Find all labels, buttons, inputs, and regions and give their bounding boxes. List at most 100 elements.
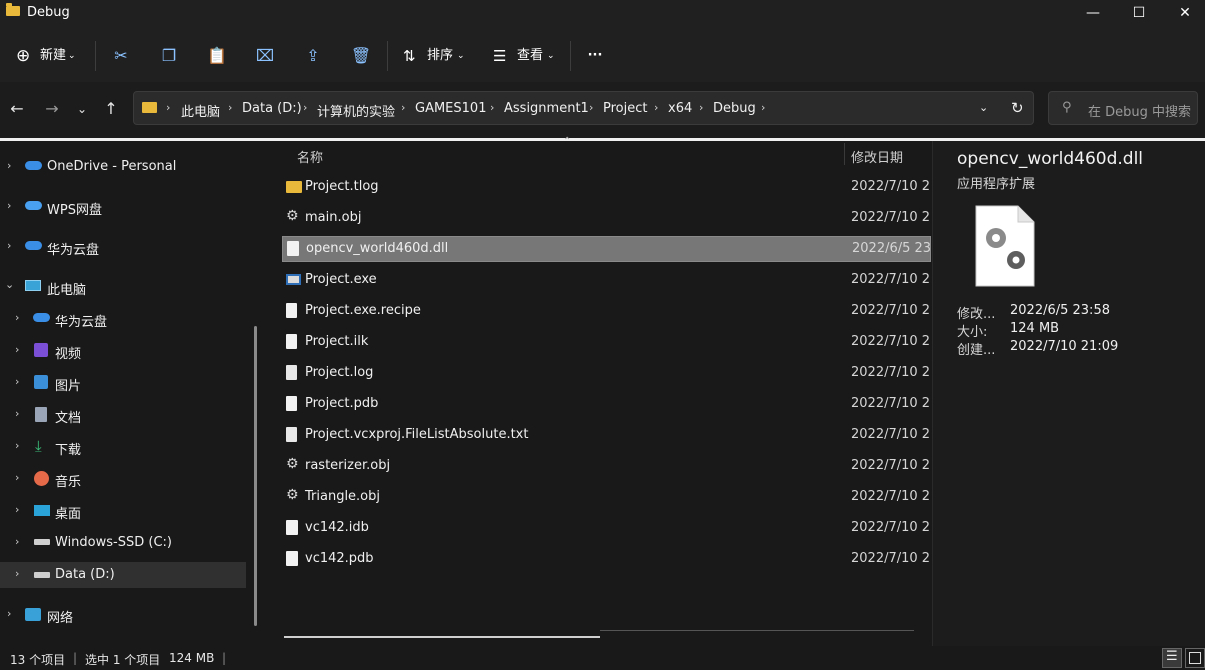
file-date: 2022/7/10 21: <box>851 303 931 318</box>
sidebar-item-desktop[interactable]: › 桌面 <box>0 498 246 524</box>
file-date: 2022/7/10 21: <box>851 520 931 535</box>
refresh-icon[interactable]: ↻ <box>1011 99 1024 117</box>
file-name: Project.vcxproj.FileListAbsolute.txt <box>305 427 529 442</box>
sort-button[interactable]: ⇅ 排序 ⌄ <box>401 42 467 70</box>
sidebar-item-label: 桌面 <box>55 507 82 522</box>
file-row[interactable]: Project.pdb 2022/7/10 21: <box>282 391 931 417</box>
sidebar-item-label: OneDrive - Personal <box>47 159 177 174</box>
recent-locations-button[interactable]: ⌄ <box>70 97 94 121</box>
breadcrumb-separator: › <box>228 101 233 114</box>
text-file-icon <box>286 365 297 380</box>
sidebar-item-drive-c[interactable]: › Windows-SSD (C:) <box>0 530 246 556</box>
drive-icon <box>34 572 50 578</box>
new-button[interactable]: ⊕ 新建 ⌄ <box>12 42 82 70</box>
sidebar-item-music[interactable]: › 音乐 <box>0 466 246 492</box>
chevron-right-icon: › <box>15 407 20 420</box>
sidebar-scrollbar[interactable] <box>254 326 257 626</box>
file-row[interactable]: Project.ilk 2022/7/10 21: <box>282 329 931 355</box>
maximize-button[interactable]: ☐ <box>1116 0 1162 26</box>
sidebar-item-this-pc[interactable]: ⌄ 此电脑 <box>0 274 246 300</box>
chevron-right-icon: › <box>7 159 12 172</box>
paste-button[interactable]: 📋 <box>205 42 229 70</box>
sidebar-item-label: 图片 <box>55 379 82 394</box>
chevron-right-icon: › <box>15 375 20 388</box>
file-icon <box>286 396 297 411</box>
sidebar-item-network[interactable]: › 网络 <box>0 602 246 628</box>
toolbar-divider <box>570 41 571 71</box>
column-header-name[interactable]: 名称 <box>297 147 323 166</box>
status-selected-count: 选中 1 个项目 <box>85 653 161 667</box>
more-button[interactable]: ··· <box>583 42 607 70</box>
breadcrumb-item[interactable]: Assignment1 <box>504 101 589 116</box>
sidebar-item-label: Windows-SSD (C:) <box>55 535 172 550</box>
chevron-right-icon: › <box>15 343 20 356</box>
file-row[interactable]: Project.exe.recipe 2022/7/10 21: <box>282 298 931 324</box>
plus-circle-icon: ⊕ <box>16 46 31 66</box>
sidebar-item-wps[interactable]: › WPS网盘 <box>0 194 246 220</box>
sidebar-item-downloads[interactable]: › ⤓ 下载 <box>0 434 246 460</box>
horizontal-scrollbar[interactable] <box>284 636 600 638</box>
file-row-selected[interactable]: opencv_world460d.dll 2022/6/5 23:5 <box>282 236 932 262</box>
list-icon: ☰ <box>1166 649 1178 664</box>
breadcrumb-item[interactable]: Data (D:) <box>242 101 302 116</box>
sidebar-item-huawei-cloud-pc[interactable]: › 华为云盘 <box>0 306 246 332</box>
chevron-right-icon: › <box>15 439 20 452</box>
breadcrumb-item[interactable]: GAMES101 <box>415 101 486 116</box>
file-date: 2022/7/10 21: <box>851 489 931 504</box>
text-file-icon <box>286 427 297 442</box>
share-button[interactable]: ⇪ <box>301 42 325 70</box>
delete-button[interactable]: 🗑 <box>349 42 373 70</box>
file-row[interactable]: vc142.pdb 2022/7/10 21: <box>282 546 931 572</box>
window-title: Debug <box>27 5 70 20</box>
file-row[interactable]: ⚙ Triangle.obj 2022/7/10 21: <box>282 484 931 510</box>
file-date: 2022/7/10 21: <box>851 427 931 442</box>
sort-label: 排序 <box>427 48 454 63</box>
file-row[interactable]: Project.log 2022/7/10 21: <box>282 360 931 386</box>
cut-button[interactable]: ✂ <box>109 42 133 70</box>
breadcrumb-item[interactable]: 计算机的实验 <box>317 101 395 120</box>
sidebar-item-label: 音乐 <box>55 475 82 490</box>
minimize-button[interactable]: — <box>1070 0 1116 26</box>
file-row[interactable]: ⚙ main.obj 2022/7/10 21: <box>282 205 931 231</box>
sidebar-item-onedrive[interactable]: › OneDrive - Personal <box>0 154 246 180</box>
file-name: Project.exe.recipe <box>305 303 421 318</box>
sidebar-item-videos[interactable]: › 视频 <box>0 338 246 364</box>
file-row[interactable]: vc142.idb 2022/7/10 21: <box>282 515 931 541</box>
sidebar-item-drive-d[interactable]: › Data (D:) <box>0 562 246 588</box>
copy-button[interactable]: ❐ <box>157 42 181 70</box>
folder-icon <box>6 3 20 16</box>
breadcrumb-item[interactable]: Project <box>603 101 647 116</box>
sidebar-item-label: 华为云盘 <box>55 315 108 330</box>
breadcrumb-item[interactable]: 此电脑 <box>181 101 220 120</box>
sort-icon: ⇅ <box>403 47 416 65</box>
sidebar-item-huawei-cloud[interactable]: › 华为云盘 <box>0 234 246 260</box>
sidebar-item-documents[interactable]: › 文档 <box>0 402 246 428</box>
sidebar-item-pictures[interactable]: › 图片 <box>0 370 246 396</box>
obj-file-icon: ⚙ <box>286 208 299 224</box>
tiles-view-button[interactable] <box>1185 648 1205 668</box>
sort-ascending-icon: ⌃ <box>563 136 572 147</box>
column-divider[interactable] <box>844 143 845 165</box>
chevron-right-icon: › <box>7 239 12 252</box>
back-button[interactable]: ← <box>5 97 29 121</box>
details-size-value: 124 MB <box>1010 321 1060 336</box>
forward-button[interactable]: → <box>40 97 64 121</box>
view-button[interactable]: ☰ 查看 ⌄ <box>491 42 557 70</box>
breadcrumb-separator: › <box>166 101 171 114</box>
rename-button[interactable]: ⌧ <box>253 42 277 70</box>
details-view-button[interactable]: ☰ <box>1162 648 1182 668</box>
breadcrumb-item[interactable]: Debug <box>713 101 756 116</box>
clipboard-icon: 📋 <box>207 46 227 65</box>
close-button[interactable]: ✕ <box>1162 0 1205 26</box>
file-icon <box>286 334 297 349</box>
file-row[interactable]: ⚙ rasterizer.obj 2022/7/10 21: <box>282 453 931 479</box>
chevron-down-icon[interactable]: ⌄ <box>979 101 988 114</box>
file-row[interactable]: Project.exe 2022/7/10 21: <box>282 267 931 293</box>
file-row[interactable]: Project.vcxproj.FileListAbsolute.txt 202… <box>282 422 931 448</box>
breadcrumb-item[interactable]: x64 <box>668 101 692 116</box>
document-icon <box>35 407 47 422</box>
up-button[interactable]: ↑ <box>99 97 123 121</box>
column-header-date[interactable]: 修改日期 <box>851 147 903 166</box>
obj-file-icon: ⚙ <box>286 456 299 472</box>
file-row[interactable]: Project.tlog 2022/7/10 21: <box>282 174 931 200</box>
